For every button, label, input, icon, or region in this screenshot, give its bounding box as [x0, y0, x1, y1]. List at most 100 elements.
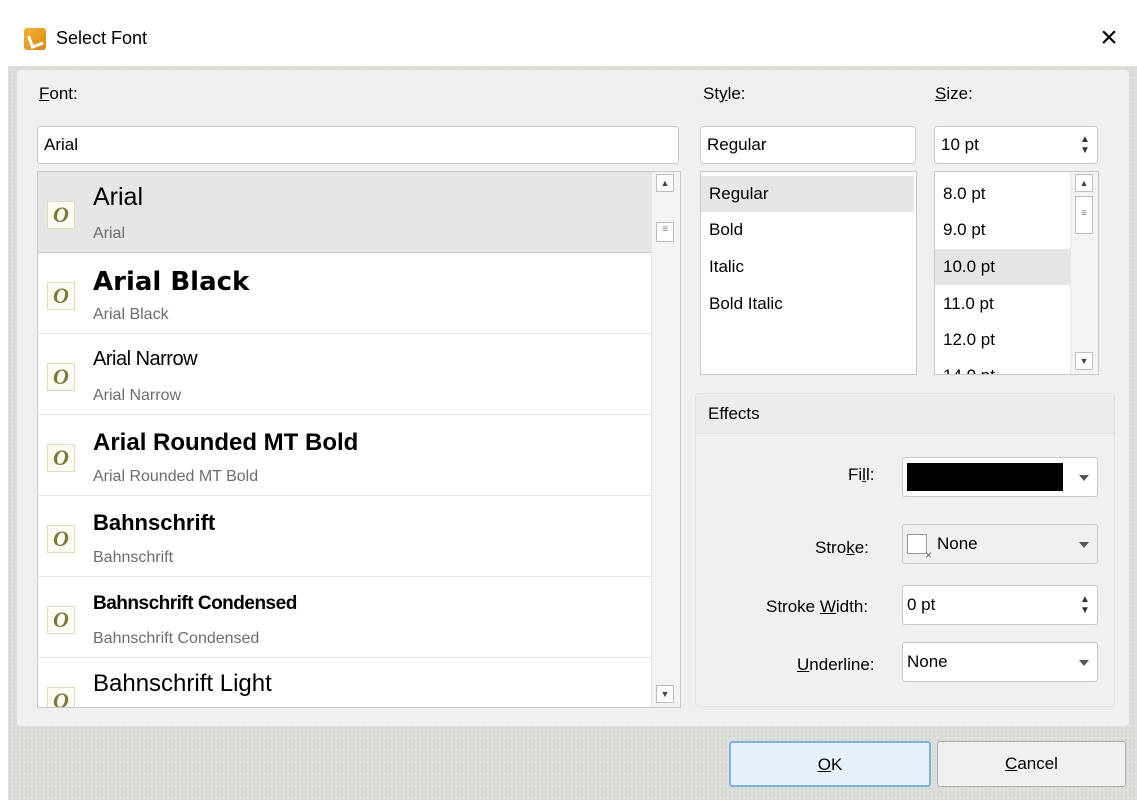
- scroll-down-icon[interactable]: ▼: [1075, 352, 1093, 370]
- size-list-item[interactable]: 10.0 pt: [935, 249, 1070, 285]
- stroke-width-label-accesskey: W: [819, 597, 836, 616]
- ok-button-accesskey: O: [817, 755, 831, 774]
- fill-label-text: l:: [865, 465, 875, 484]
- underline-select[interactable]: None: [902, 642, 1098, 682]
- size-label-accesskey: S: [935, 84, 947, 103]
- font-item-name: Arial Narrow: [93, 348, 198, 370]
- scroll-up-icon[interactable]: ▲: [1075, 174, 1093, 192]
- style-label-accesskey: y: [719, 84, 728, 103]
- font-type-icon: O: [47, 525, 75, 553]
- fill-color-picker[interactable]: [902, 457, 1098, 497]
- chevron-down-icon: [1079, 475, 1089, 481]
- stroke-width-label: Stroke Width:: [766, 597, 868, 617]
- font-list-scrollbar[interactable]: ▲ ≡ ▼: [651, 172, 680, 707]
- font-label-accesskey: F: [39, 84, 50, 103]
- app-logo-icon: [24, 28, 46, 50]
- font-type-icon: O: [47, 282, 75, 310]
- stroke-width-label-text: Stroke: [766, 597, 820, 616]
- style-list-item[interactable]: Italic: [701, 249, 914, 285]
- size-label-text: ize:: [946, 84, 973, 103]
- effects-title: Effects: [708, 404, 760, 423]
- style-list-item[interactable]: Bold Italic: [701, 286, 914, 322]
- font-type-icon: O: [47, 606, 75, 634]
- effects-header: Effects: [696, 394, 1114, 434]
- font-item-subtitle: Bahnschrift: [93, 549, 174, 566]
- font-item-name: Arial Rounded MT Bold: [93, 429, 359, 456]
- font-item-name: Bahnschrift: [93, 510, 216, 535]
- font-list-item[interactable]: O Bahnschrift Condensed Bahnschrift Cond…: [38, 577, 651, 658]
- cancel-button-accesskey: C: [1005, 754, 1018, 773]
- stroke-label-text: Stro: [815, 538, 847, 557]
- stroke-color-picker[interactable]: × None: [902, 524, 1098, 564]
- font-list-item[interactable]: O Arial Black Arial Black: [38, 253, 651, 334]
- close-icon[interactable]: ×: [1089, 18, 1129, 58]
- style-label-text: le:: [727, 84, 746, 103]
- font-label-text: ont:: [49, 84, 78, 103]
- chevron-down-icon: [1079, 660, 1089, 666]
- font-list[interactable]: O Arial Arial O Arial Black Arial Black …: [37, 171, 681, 708]
- style-input[interactable]: Regular: [700, 126, 916, 164]
- font-item-subtitle: Arial Black: [93, 306, 169, 323]
- no-color-swatch-icon: ×: [907, 534, 932, 562]
- title-bar: Select Font ×: [0, 0, 1137, 66]
- stroke-width-label-text: idth:: [835, 597, 869, 616]
- underline-value: None: [907, 652, 948, 671]
- size-list-item[interactable]: 11.0 pt: [935, 286, 1070, 322]
- cancel-button[interactable]: Cancel: [937, 741, 1126, 787]
- size-label: Size:: [935, 84, 973, 104]
- stroke-width-spinner[interactable]: 0 pt ▲ ▼: [902, 585, 1098, 625]
- cancel-button-label: ancel: [1017, 754, 1058, 773]
- ok-button-label: K: [830, 755, 843, 774]
- stroke-label: Stroke:: [815, 538, 869, 558]
- style-list[interactable]: Regular Bold Italic Bold Italic: [700, 171, 917, 375]
- underline-label-accesskey: U: [797, 655, 810, 674]
- font-item-name: Arial Black: [93, 267, 250, 297]
- chevron-down-icon: [1079, 542, 1089, 548]
- size-list-item[interactable]: 9.0 pt: [935, 212, 1070, 248]
- font-list-item[interactable]: O Arial Arial: [38, 172, 651, 253]
- font-type-icon: O: [47, 363, 75, 391]
- font-item-name: Arial: [93, 183, 144, 211]
- size-list[interactable]: 8.0 pt 9.0 pt 10.0 pt 11.0 pt 12.0 pt 14…: [934, 171, 1099, 375]
- style-label: Style:: [703, 84, 746, 104]
- font-type-icon: O: [47, 201, 75, 229]
- stroke-label-text: e:: [854, 538, 869, 557]
- stroke-label-accesskey: k: [846, 538, 855, 557]
- size-list-item[interactable]: 14.0 pt: [935, 358, 1070, 374]
- scroll-thumb[interactable]: ≡: [1075, 196, 1093, 234]
- stroke-width-value: 0 pt: [907, 595, 936, 614]
- size-list-item[interactable]: 12.0 pt: [935, 322, 1070, 358]
- size-spinner[interactable]: 10 pt ▲ ▼: [934, 126, 1098, 164]
- font-item-subtitle: Arial Narrow: [93, 387, 182, 404]
- fill-label-text: Fi: [848, 465, 863, 484]
- scroll-up-icon[interactable]: ▲: [656, 174, 674, 192]
- stroke-value: None: [937, 534, 978, 553]
- size-value: 10 pt: [941, 135, 979, 154]
- size-list-item[interactable]: 8.0 pt: [935, 176, 1070, 212]
- dialog-title: Select Font: [56, 28, 148, 48]
- font-item-name: Bahnschrift Light: [93, 670, 272, 697]
- fill-color-swatch: [907, 463, 1063, 491]
- spin-arrows-icon[interactable]: ▲ ▼: [1079, 134, 1091, 158]
- font-name-input[interactable]: Arial: [37, 126, 679, 164]
- scroll-thumb[interactable]: ≡: [656, 222, 674, 242]
- scroll-down-icon[interactable]: ▼: [656, 685, 674, 703]
- font-type-icon: O: [47, 687, 75, 707]
- ok-button[interactable]: OK: [729, 741, 931, 787]
- font-item-subtitle: Arial Rounded MT Bold: [93, 468, 259, 485]
- size-list-scrollbar[interactable]: ▲ ≡ ▼: [1070, 172, 1098, 374]
- font-list-item[interactable]: O Bahnschrift Light: [38, 658, 651, 707]
- style-list-item[interactable]: Bold: [701, 212, 914, 248]
- font-item-subtitle: Bahnschrift Condensed: [93, 630, 260, 647]
- font-label: Font:: [39, 84, 78, 104]
- style-list-item[interactable]: Regular: [701, 176, 914, 212]
- fill-label: Fill:: [848, 465, 874, 485]
- spin-arrows-icon[interactable]: ▲ ▼: [1079, 594, 1091, 618]
- style-label-text: St: [703, 84, 720, 103]
- font-item-name: Bahnschrift Condensed: [93, 593, 297, 614]
- font-list-item[interactable]: O Arial Rounded MT Bold Arial Rounded MT…: [38, 415, 651, 496]
- font-type-icon: O: [47, 444, 75, 472]
- font-list-item[interactable]: O Arial Narrow Arial Narrow: [38, 334, 651, 415]
- underline-label-text: nderline:: [809, 655, 875, 674]
- font-list-item[interactable]: O Bahnschrift Bahnschrift: [38, 496, 651, 577]
